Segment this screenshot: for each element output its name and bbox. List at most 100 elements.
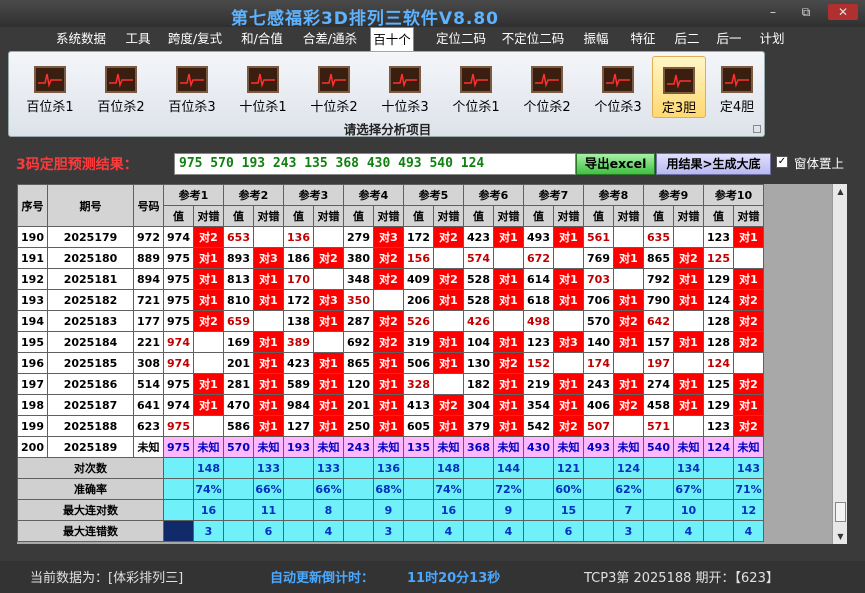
ref-header[interactable]: 参考8: [583, 184, 644, 206]
cell-result: 对1: [253, 415, 284, 437]
row-number: 894: [133, 268, 164, 290]
row-number: 221: [133, 331, 164, 353]
cell-result: 对2: [373, 331, 404, 353]
ribbon-button-4[interactable]: 十位杀2: [302, 56, 366, 118]
table-row[interactable]: 192 2025181 894 975 对1 813 对1 170 348 对2 409 对2 528 对…: [17, 268, 764, 290]
pred-result: 未知: [613, 436, 644, 458]
ref-header[interactable]: 参考10: [703, 184, 764, 206]
ref-header[interactable]: 参考9: [643, 184, 704, 206]
ribbon-button-2[interactable]: 百位杀3: [160, 56, 224, 118]
scroll-thumb[interactable]: [835, 502, 846, 522]
export-excel-button[interactable]: 导出excel: [576, 153, 655, 175]
cell-value: 618: [523, 289, 554, 311]
vertical-scrollbar[interactable]: ▲ ▼: [832, 184, 847, 544]
stats-row: 最大连错数 3 6 4 3 4 4 6 3 4 4: [17, 520, 764, 542]
title-bar[interactable]: 第七感福彩3D排列三软件V8.80 – ⧉ ✕: [0, 0, 865, 29]
ref-header[interactable]: 参考4: [343, 184, 404, 206]
analysis-grid[interactable]: 序号 期号 号码 参考1 参考2 参考3 参考4 参考5 参考6 参考7 参考8 参考9 参考10 值对错…: [17, 184, 847, 544]
cell-value: 174: [583, 352, 614, 374]
ribbon-button-9[interactable]: 定3胆: [652, 56, 706, 118]
ribbon-expand-icon[interactable]: [753, 125, 761, 133]
ref-header[interactable]: 参考3: [283, 184, 344, 206]
cell-result: [553, 310, 584, 332]
ribbon-button-0[interactable]: 百位杀1: [18, 56, 82, 118]
stats-spacer: [703, 520, 734, 542]
ribbon-button-7[interactable]: 个位杀2: [515, 56, 579, 118]
stats-value: 6: [253, 520, 284, 542]
cell-value: 104: [463, 331, 494, 353]
menu-item-9[interactable]: 特征: [624, 27, 662, 51]
stats-spacer: [343, 499, 374, 521]
cell-result: 对1: [253, 373, 284, 395]
ribbon-button-10[interactable]: 定4胆: [712, 56, 762, 118]
cell-result: 对1: [193, 268, 224, 290]
table-row[interactable]: 193 2025182 721 975 对1 810 对1 172 对3 350 206 对1 528 对…: [17, 289, 764, 311]
stats-value: 15: [553, 499, 584, 521]
menu-item-11[interactable]: 后一: [713, 27, 745, 51]
cell-value: 389: [283, 331, 314, 353]
cell-value: 605: [403, 415, 434, 437]
row-issue: 2025179: [47, 226, 134, 248]
ref-header[interactable]: 参考1: [163, 184, 224, 206]
table-row[interactable]: 194 2025183 177 975 对2 659 138 对1 287 对2 526 426 498…: [17, 310, 764, 332]
menu-item-8[interactable]: 振幅: [578, 27, 614, 51]
stats-spacer: [703, 457, 734, 479]
menu-item-1[interactable]: 工具: [121, 27, 155, 51]
menu-item-7[interactable]: 不定位二码: [499, 27, 567, 51]
ribbon-button-1[interactable]: 百位杀2: [89, 56, 153, 118]
cell-value: 319: [403, 331, 434, 353]
chart-icon: [531, 66, 563, 93]
scroll-up-icon[interactable]: ▲: [833, 184, 848, 199]
generate-base-button[interactable]: 用结果>生成大底: [656, 153, 771, 175]
ribbon-button-5[interactable]: 十位杀3: [373, 56, 437, 118]
chart-icon: [389, 66, 421, 93]
menu-item-0[interactable]: 系统数据: [52, 27, 110, 51]
ribbon-button-6[interactable]: 个位杀1: [444, 56, 508, 118]
ref-header[interactable]: 参考7: [523, 184, 584, 206]
cell-value: 279: [343, 226, 374, 248]
ref-header[interactable]: 参考2: [223, 184, 284, 206]
stats-value: 60%: [553, 478, 584, 500]
window-ontop-checkbox[interactable]: ✓: [776, 156, 788, 168]
menu-item-10[interactable]: 后二: [669, 27, 705, 51]
table-row[interactable]: 190 2025179 972 974 对2 653 136 279 对3 172 对2 423 对1 4…: [17, 226, 764, 248]
menu-item-2[interactable]: 跨度/复式: [164, 27, 226, 51]
table-row[interactable]: 191 2025180 889 975 对1 893 对3 186 对2 380 对2 156 574 6…: [17, 247, 764, 269]
row-no: 191: [17, 247, 48, 269]
table-row[interactable]: 198 2025187 641 974 对1 470 对1 984 对1 201 对1 413 对2 30…: [17, 394, 764, 416]
cell-value: 974: [163, 331, 194, 353]
menu-item-6[interactable]: 定位二码: [431, 27, 491, 51]
prediction-result-field[interactable]: 975 570 193 243 135 368 430 493 540 124: [174, 153, 576, 175]
ribbon-button-3[interactable]: 十位杀1: [231, 56, 295, 118]
cell-value: 186: [283, 247, 314, 269]
menu-item-12[interactable]: 计划: [756, 27, 788, 51]
ribbon-button-8[interactable]: 个位杀3: [586, 56, 650, 118]
col-header[interactable]: 序号: [17, 184, 48, 227]
table-row[interactable]: 196 2025185 308 974 201 对1 423 对1 865 对1 506 对1 130 对…: [17, 352, 764, 374]
cell-result: 对1: [253, 352, 284, 374]
stats-value: 133: [253, 457, 284, 479]
ref-header[interactable]: 参考6: [463, 184, 524, 206]
cell-result: 对1: [493, 268, 524, 290]
minimize-button[interactable]: –: [760, 4, 786, 20]
col-header[interactable]: 期号: [47, 184, 134, 227]
cell-result: [433, 310, 464, 332]
table-row[interactable]: 197 2025186 514 975 对1 281 对1 589 对1 120 对1 328 182 对…: [17, 373, 764, 395]
maximize-button[interactable]: ⧉: [793, 4, 819, 20]
row-no: 195: [17, 331, 48, 353]
row-number: 177: [133, 310, 164, 332]
stats-spacer: [643, 457, 674, 479]
table-row[interactable]: 195 2025184 221 974 169 对1 389 692 对2 319 对1 104 对1 1…: [17, 331, 764, 353]
menu-item-4[interactable]: 合差/通杀: [300, 27, 360, 51]
table-row[interactable]: 199 2025188 623 975 586 对1 127 对1 250 对1 605 对1 379 对…: [17, 415, 764, 437]
ref-header[interactable]: 参考5: [403, 184, 464, 206]
prediction-table-row[interactable]: 200 2025189 未知 975 未知 570 未知 193 未知 243 未知 135 未知 368…: [17, 436, 764, 458]
close-button[interactable]: ✕: [828, 4, 858, 20]
scroll-down-icon[interactable]: ▼: [833, 529, 848, 544]
cell-result: [493, 247, 524, 269]
col-header[interactable]: 号码: [133, 184, 164, 227]
menu-item-5[interactable]: 百十个: [370, 27, 414, 51]
menu-item-3[interactable]: 和/合值: [239, 27, 285, 51]
row-no: 200: [17, 436, 48, 458]
row-no: 193: [17, 289, 48, 311]
